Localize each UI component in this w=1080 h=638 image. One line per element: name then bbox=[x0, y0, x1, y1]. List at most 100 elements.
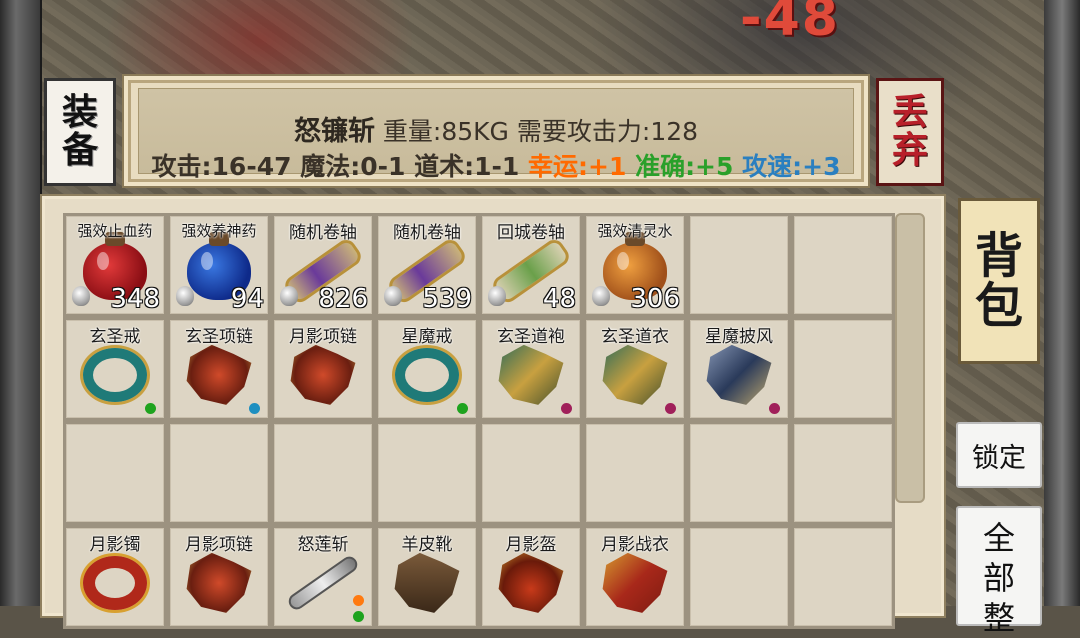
item-name-label: 羊皮靴 bbox=[401, 535, 453, 555]
bag-slot-empty[interactable] bbox=[375, 421, 479, 525]
purple-scroll-icon bbox=[385, 235, 469, 306]
discard-button[interactable]: 丢 弃 bbox=[876, 78, 944, 186]
bag-tab[interactable]: 背 包 bbox=[958, 198, 1040, 364]
bag-slot-item[interactable]: 玄圣道衣 bbox=[583, 317, 687, 421]
item-name-label: 随机卷轴 bbox=[289, 223, 357, 243]
bag-slot-item[interactable]: 月影战衣 bbox=[583, 525, 687, 629]
item-name-label: 玄圣项链 bbox=[185, 327, 253, 347]
item-name-label: 月影镯 bbox=[89, 535, 141, 555]
bag-slot-empty[interactable] bbox=[791, 525, 895, 629]
lock-button-label: 锁定 bbox=[972, 442, 1026, 474]
bag-slot-item[interactable]: 怒莲斩 bbox=[271, 525, 375, 629]
bag-slot-empty[interactable] bbox=[479, 421, 583, 525]
sort-all-char-3: 整 bbox=[982, 599, 1015, 637]
item-quality-dot bbox=[353, 611, 364, 622]
purple-scroll-icon bbox=[281, 235, 365, 306]
item-quantity: 306 bbox=[630, 284, 680, 314]
bag-slot-item[interactable]: 随机卷轴 826 bbox=[271, 213, 375, 317]
bag-slot-item[interactable]: 强效养神药 94 bbox=[167, 213, 271, 317]
right-frame-border bbox=[1044, 0, 1080, 606]
cape-icon bbox=[703, 344, 775, 405]
damage-number: -48 bbox=[740, 0, 840, 48]
bag-grid: 强效止血药 348 强效养神药 94 随机卷轴 826 随机卷轴 539 回城卷轴 48 强效清灵水… bbox=[63, 213, 895, 629]
ring-icon bbox=[83, 347, 147, 402]
item-magic: 魔法:0-1 bbox=[300, 152, 406, 181]
item-attack: 攻击:16-47 bbox=[151, 152, 292, 181]
item-luck: 幸运:+1 bbox=[528, 152, 627, 181]
item-name-label: 月影项链 bbox=[289, 327, 357, 347]
bound-item-icon bbox=[280, 286, 298, 306]
bag-slot-empty[interactable] bbox=[791, 421, 895, 525]
bag-slot-empty[interactable] bbox=[687, 421, 791, 525]
item-quality-dot bbox=[457, 403, 468, 414]
left-frame-border bbox=[0, 0, 42, 606]
bag-scrollbar[interactable] bbox=[895, 213, 925, 503]
discard-button-char-1: 丢 bbox=[891, 92, 928, 134]
bracelet-icon bbox=[83, 555, 147, 610]
bag-slot-item[interactable]: 月影项链 bbox=[167, 525, 271, 629]
bag-slot-item[interactable]: 玄圣项链 bbox=[167, 317, 271, 421]
item-accuracy: 准确:+5 bbox=[635, 152, 734, 181]
bag-slot-item[interactable]: 玄圣道袍 bbox=[479, 317, 583, 421]
bound-item-icon bbox=[488, 286, 506, 306]
equip-button[interactable]: 装 备 bbox=[44, 78, 116, 186]
bound-item-icon bbox=[384, 286, 402, 306]
equip-button-char-2: 备 bbox=[61, 130, 98, 171]
green-scroll-icon bbox=[489, 235, 573, 306]
bag-slot-empty[interactable] bbox=[687, 213, 791, 317]
bag-slot-empty[interactable] bbox=[63, 421, 167, 525]
lock-button[interactable]: 锁定 bbox=[956, 422, 1042, 488]
necklace-icon bbox=[183, 344, 255, 405]
necklace-icon bbox=[287, 344, 359, 405]
item-name-label: 怒莲斩 bbox=[297, 535, 349, 555]
item-quantity: 348 bbox=[110, 284, 160, 314]
bag-slot-item[interactable]: 月影项链 bbox=[271, 317, 375, 421]
item-name: 怒镰斩 bbox=[293, 116, 375, 147]
necklace-icon bbox=[183, 552, 255, 613]
ring-icon bbox=[395, 347, 459, 402]
item-name-label: 星魔披风 bbox=[705, 327, 773, 347]
item-quantity: 826 bbox=[318, 284, 368, 314]
item-quality-dot bbox=[665, 403, 676, 414]
bound-item-icon bbox=[592, 286, 610, 306]
bag-slot-item[interactable]: 回城卷轴 48 bbox=[479, 213, 583, 317]
bag-slot-item[interactable]: 月影镯 bbox=[63, 525, 167, 629]
item-name-label: 月影战衣 bbox=[601, 535, 669, 555]
item-name-label: 强效养神药 bbox=[181, 222, 257, 240]
item-quality-dot bbox=[769, 403, 780, 414]
item-name-label: 强效止血药 bbox=[77, 222, 153, 240]
bag-slot-item[interactable]: 星魔披风 bbox=[687, 317, 791, 421]
bag-slot-empty[interactable] bbox=[167, 421, 271, 525]
bag-slot-empty[interactable] bbox=[583, 421, 687, 525]
item-quality-dot bbox=[145, 403, 156, 414]
boots-icon bbox=[391, 552, 463, 613]
item-info-panel: 怒镰斩 重量:85KG 需要攻击力:128 攻击:16-47 魔法:0-1 道术… bbox=[122, 74, 870, 188]
bag-slot-item[interactable]: 羊皮靴 bbox=[375, 525, 479, 629]
item-quantity: 94 bbox=[230, 284, 264, 314]
item-quantity: 48 bbox=[542, 284, 576, 314]
item-name-label: 回城卷轴 bbox=[497, 223, 565, 243]
bag-slot-empty[interactable] bbox=[791, 317, 895, 421]
discard-button-char-2: 弃 bbox=[891, 130, 928, 171]
sort-all-char-2: 部 bbox=[982, 559, 1015, 597]
bag-slot-empty[interactable] bbox=[271, 421, 375, 525]
item-name-label: 玄圣道衣 bbox=[601, 327, 669, 347]
bag-slot-item[interactable]: 玄圣戒 bbox=[63, 317, 167, 421]
bag-slot-item[interactable]: 随机卷轴 539 bbox=[375, 213, 479, 317]
sort-all-char-1: 全 bbox=[982, 519, 1015, 557]
item-name-label: 月影盔 bbox=[505, 535, 557, 555]
item-requirement: 需要攻击力:128 bbox=[516, 117, 699, 146]
bound-item-icon bbox=[72, 286, 90, 306]
bag-slot-item[interactable]: 强效止血药 348 bbox=[63, 213, 167, 317]
sort-all-button[interactable]: 全 部 整 bbox=[956, 506, 1042, 637]
item-name-label: 玄圣戒 bbox=[89, 327, 141, 347]
bag-panel: 强效止血药 348 强效养神药 94 随机卷轴 826 随机卷轴 539 回城卷轴 48 强效清灵水… bbox=[40, 194, 946, 629]
bag-slot-empty[interactable] bbox=[791, 213, 895, 317]
robe-icon bbox=[495, 344, 567, 405]
bag-slot-item[interactable]: 月影盔 bbox=[479, 525, 583, 629]
bag-slot-item[interactable]: 星魔戒 bbox=[375, 317, 479, 421]
item-quality-dot bbox=[249, 403, 260, 414]
bag-slot-item[interactable]: 强效清灵水 306 bbox=[583, 213, 687, 317]
bag-slot-empty[interactable] bbox=[687, 525, 791, 629]
item-name-label: 玄圣道袍 bbox=[497, 327, 565, 347]
